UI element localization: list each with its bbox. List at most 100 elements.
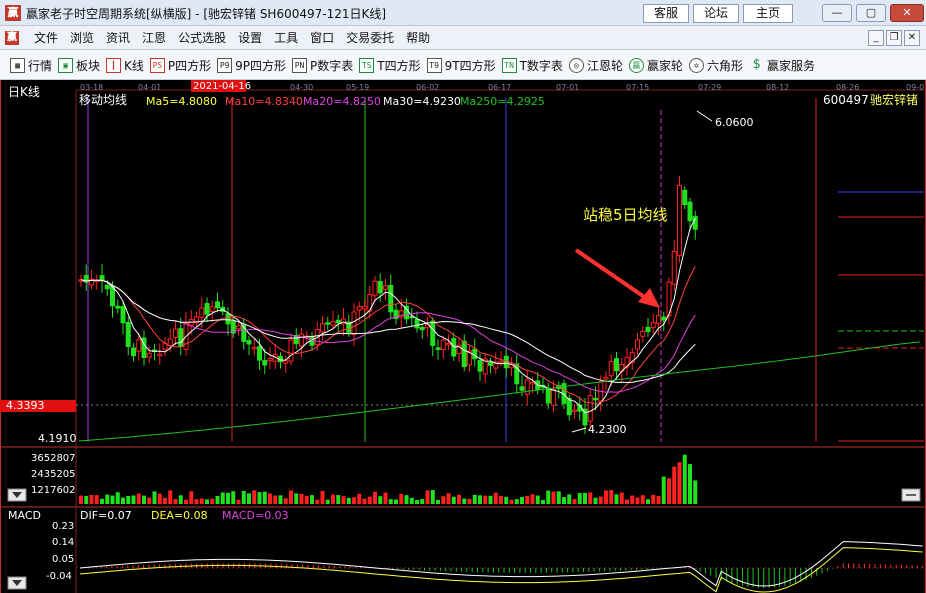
date-tick: 05-19 xyxy=(346,83,370,92)
volume-bar xyxy=(572,499,577,504)
volume-bar xyxy=(367,496,372,504)
candle-body xyxy=(650,322,656,328)
volume-bar xyxy=(105,494,110,504)
candle-body xyxy=(388,284,394,313)
menu-settings[interactable]: 设置 xyxy=(232,26,268,50)
volume-bar xyxy=(535,495,540,504)
candle-body xyxy=(325,322,331,325)
candle-body xyxy=(215,301,220,309)
volume-bar xyxy=(583,492,587,504)
volume-bar xyxy=(299,494,304,504)
toolbar-t-square-button[interactable]: TS T四方形 xyxy=(359,57,421,74)
candle-body xyxy=(435,347,441,350)
menu-trade[interactable]: 交易委托 xyxy=(340,26,400,50)
toolbar-winner-wheel-button[interactable]: 赢赢家轮 xyxy=(628,57,683,74)
volume-bar xyxy=(346,497,351,504)
volume-bar xyxy=(520,496,524,504)
axis-low-label: 4.1910 xyxy=(38,432,77,445)
toolbar-9p-square-button[interactable]: P9 9P四方形 xyxy=(217,57,286,74)
maximize-button[interactable]: ▢ xyxy=(856,4,886,22)
volume-tick: 3652807 xyxy=(31,453,76,464)
volume-bar xyxy=(556,491,561,504)
mdi-restore-button[interactable]: ❐ xyxy=(886,30,902,46)
volume-bar xyxy=(184,499,188,504)
chart-area[interactable]: 03-18 04-01 2021-04-16 04-30 05-19 06-02… xyxy=(0,80,926,593)
toolbar-quote-button[interactable]: ▦ 行情 xyxy=(10,57,52,74)
ma250-legend: Ma250=4.2925 xyxy=(460,95,545,108)
volume-bar xyxy=(273,495,278,504)
homepage-link[interactable]: 主页 xyxy=(743,4,793,23)
menu-browse[interactable]: 浏览 xyxy=(64,26,100,50)
volume-bar xyxy=(404,495,409,504)
mdi-close-button[interactable]: ✕ xyxy=(904,30,920,46)
candle-body xyxy=(204,303,210,315)
low-price-label: 4.2300 xyxy=(588,423,627,436)
minimize-button[interactable]: — xyxy=(822,4,852,22)
volume-bar xyxy=(499,496,503,504)
volume-bar xyxy=(168,490,173,504)
candle-body xyxy=(131,347,136,357)
candle-body xyxy=(524,379,530,395)
menu-window[interactable]: 窗口 xyxy=(304,26,340,50)
candle-body xyxy=(110,286,115,307)
volume-bar xyxy=(163,497,167,504)
candle-body xyxy=(498,360,504,364)
volume-bar xyxy=(388,499,393,504)
volume-bar xyxy=(236,499,241,504)
toolbar-9t-square-button[interactable]: T9 9T四方形 xyxy=(426,57,496,74)
forum-link[interactable]: 论坛 xyxy=(693,4,739,23)
volume-bar xyxy=(126,495,131,504)
volume-bar xyxy=(399,493,404,504)
toolbar-kline-button[interactable]: ┃ K线 xyxy=(106,57,144,74)
candle-body xyxy=(383,285,388,290)
candle-body xyxy=(682,189,688,206)
mdi-minimize-button[interactable]: _ xyxy=(868,30,884,46)
quote-grid-icon: ▦ xyxy=(10,57,25,73)
candle-body xyxy=(362,305,367,310)
toolbar-gann-wheel-button[interactable]: ◎ 江恩轮 xyxy=(568,57,623,74)
indicator-name[interactable]: 移动均线 xyxy=(79,94,127,107)
volume-bar xyxy=(504,496,509,504)
menu-info[interactable]: 资讯 xyxy=(100,26,136,50)
volume-bar xyxy=(436,499,440,504)
macd-dif-line xyxy=(79,541,923,587)
customer-service-link[interactable]: 客服 xyxy=(643,4,689,23)
volume-bar xyxy=(604,490,608,504)
menu-file[interactable]: 文件 xyxy=(28,26,64,50)
volume-bar xyxy=(79,495,83,504)
volume-bar xyxy=(373,491,377,504)
volume-bar xyxy=(331,494,335,504)
toolbar-service-button[interactable]: $ 赢家服务 xyxy=(749,57,815,74)
toolbar-sector-button[interactable]: ▣ 板块 xyxy=(58,57,100,74)
macd-tick: 0.05 xyxy=(52,554,75,565)
candle-body xyxy=(572,409,577,412)
menu-tools[interactable]: 工具 xyxy=(268,26,304,50)
selected-date-label: 2021-04-16 xyxy=(193,81,252,92)
candle-body xyxy=(199,307,205,318)
volume-bar xyxy=(304,495,309,504)
volume-bar xyxy=(614,494,619,504)
volume-bar xyxy=(320,490,325,504)
volume-bar xyxy=(283,498,288,504)
toolbar-t-number-table-button[interactable]: TN T数字表 xyxy=(501,57,563,74)
kline-chart[interactable] xyxy=(0,80,926,593)
volume-bar xyxy=(289,490,293,504)
volume-bar xyxy=(336,495,341,504)
candle-body xyxy=(146,353,152,358)
app-menu-icon[interactable]: 赢 xyxy=(5,31,19,45)
toolbar-hexagon-button[interactable]: ✡ 六角形 xyxy=(688,57,743,74)
volume-bar xyxy=(325,499,330,504)
volume-bar xyxy=(514,499,519,504)
menu-help[interactable]: 帮助 xyxy=(400,26,436,50)
volume-bar xyxy=(115,492,120,504)
menu-formula-screen[interactable]: 公式选股 xyxy=(172,26,232,50)
macd-dif: DIF=0.07 xyxy=(80,509,132,522)
menu-gann[interactable]: 江恩 xyxy=(136,26,172,50)
toolbar-p-number-table-button[interactable]: PN P数字表 xyxy=(292,57,353,74)
volume-bar xyxy=(567,494,572,504)
volume-bar xyxy=(89,495,94,504)
toolbar-p-square-button[interactable]: PS P四方形 xyxy=(149,57,211,74)
volume-bar xyxy=(152,491,157,504)
close-button[interactable]: ✕ xyxy=(890,4,924,22)
candle-body xyxy=(167,338,173,347)
